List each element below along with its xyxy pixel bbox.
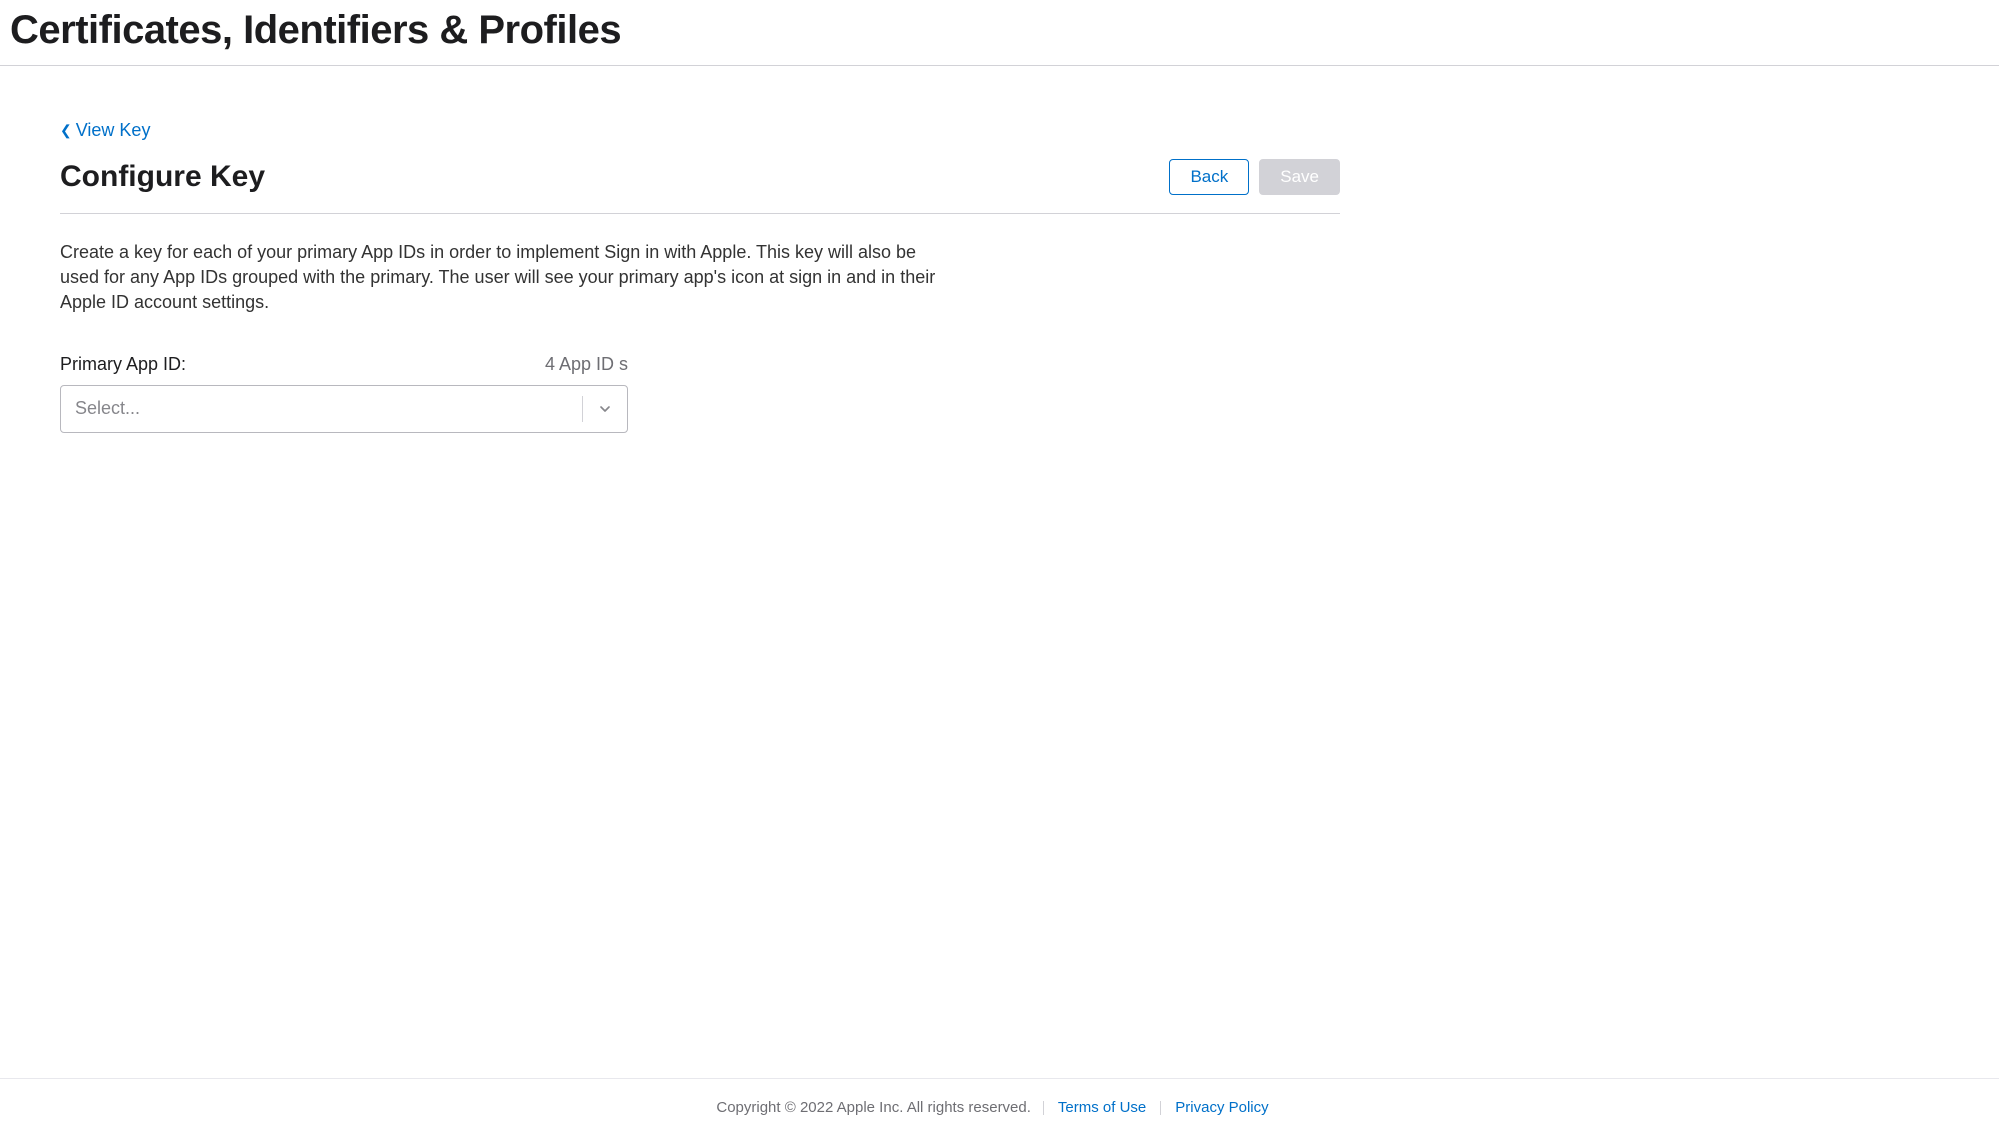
footer-copyright: Copyright © 2022 Apple Inc. All rights r… [716, 1099, 1031, 1116]
form-row-header: Primary App ID: 4 App ID s [60, 354, 628, 385]
chevron-down-icon [597, 401, 613, 417]
section-header: Configure Key Back Save [60, 159, 1340, 214]
breadcrumb-back-link[interactable]: ❮ View Key [60, 120, 150, 141]
save-button[interactable]: Save [1259, 159, 1340, 195]
primary-app-id-select[interactable]: Select... [60, 385, 628, 433]
section-description: Create a key for each of your primary Ap… [60, 214, 960, 316]
select-divider [582, 396, 583, 422]
app-id-count: 4 App ID s [545, 354, 628, 375]
breadcrumb-label: View Key [76, 120, 151, 141]
footer: Copyright © 2022 Apple Inc. All rights r… [0, 1078, 1999, 1132]
chevron-left-icon: ❮ [60, 122, 72, 139]
page-title: Certificates, Identifiers & Profiles [10, 8, 1989, 53]
form-section: Primary App ID: 4 App ID s Select... [60, 316, 1340, 433]
privacy-policy-link[interactable]: Privacy Policy [1161, 1099, 1282, 1116]
select-placeholder: Select... [75, 398, 582, 419]
page-header: Certificates, Identifiers & Profiles [0, 0, 1999, 66]
primary-app-id-label: Primary App ID: [60, 354, 186, 375]
section-actions: Back Save [1169, 159, 1340, 195]
section-title: Configure Key [60, 160, 265, 194]
content-wrap: ❮ View Key Configure Key Back Save Creat… [0, 66, 1400, 1078]
breadcrumb: ❮ View Key [60, 66, 1340, 159]
terms-of-use-link[interactable]: Terms of Use [1044, 1099, 1160, 1116]
back-button[interactable]: Back [1169, 159, 1249, 195]
